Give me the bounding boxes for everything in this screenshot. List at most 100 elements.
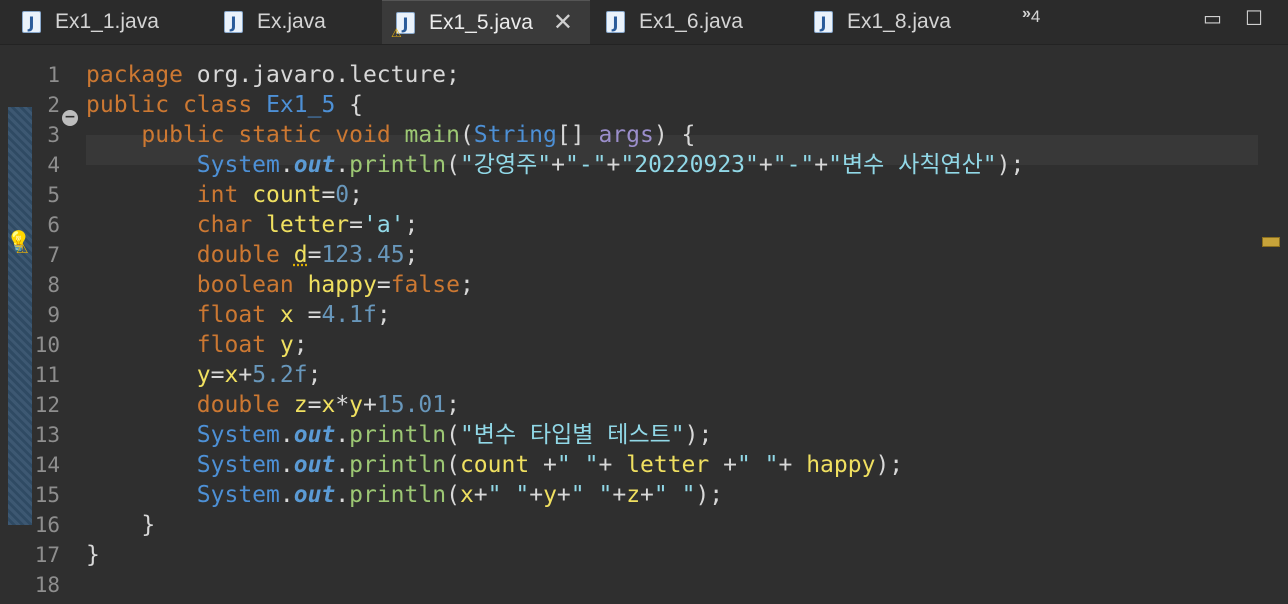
code-line-10: float y; <box>86 330 1024 360</box>
token: * <box>335 392 350 418</box>
token: + <box>598 452 627 478</box>
token: println <box>349 152 447 178</box>
token: boolean <box>196 272 294 298</box>
token: "변수 타입별 테스트" <box>459 422 685 448</box>
token: package <box>86 62 183 88</box>
token: ); <box>684 422 713 448</box>
token: float <box>196 302 267 328</box>
token: System <box>196 152 280 178</box>
code-line-6: char letter='a'; <box>86 210 1024 240</box>
code-line-9: float x =4.1f; <box>86 300 1024 330</box>
token: static <box>238 122 322 148</box>
token: ; <box>446 392 460 418</box>
token: } <box>86 542 100 568</box>
token: . <box>335 482 350 508</box>
token: " " <box>736 452 779 478</box>
line-number: 14 <box>34 453 60 477</box>
code-line-14: System.out.println(count +" "+ letter +"… <box>86 450 1024 480</box>
token: double <box>196 242 280 268</box>
token: letter <box>266 212 350 238</box>
tab-label: Ex1_5.java <box>429 10 533 34</box>
code-content[interactable]: package org.javaro.lecture; public class… <box>86 60 1024 600</box>
more-tabs-button[interactable]: »4 <box>1022 5 1040 27</box>
code-editor[interactable]: 1 2 3 4 5 6 7 8 9 10 11 12 13 14 15 16 17 18 − 💡 ⚠ package… <box>0 45 1288 604</box>
line-number: 8 <box>47 273 60 297</box>
token: println <box>349 452 447 478</box>
token: public <box>86 92 170 118</box>
token: z <box>293 392 308 418</box>
line-number: 10 <box>34 333 60 357</box>
token: = <box>321 182 336 208</box>
token: ); <box>875 452 904 478</box>
token: "-" <box>564 152 607 178</box>
collapse-icon[interactable]: − <box>62 110 78 126</box>
tab-ex1-6[interactable]: J Ex1_6.java <box>590 0 798 44</box>
line-number-gutter: 1 2 3 4 5 6 7 8 9 10 11 12 13 14 15 16 17 18 − 💡 ⚠ <box>0 45 80 604</box>
code-line-1: package org.javaro.lecture; <box>86 60 1024 90</box>
token: = <box>376 272 391 298</box>
tab-ex[interactable]: J Ex.java <box>202 0 382 44</box>
token: 4.1f <box>321 302 377 328</box>
warning-icon: ⚠ <box>391 25 402 40</box>
code-line-11: y=x+5.2f; <box>86 360 1024 390</box>
maximize-icon[interactable]: ☐ <box>1245 8 1263 28</box>
token: count <box>252 182 322 208</box>
token: ); <box>695 482 724 508</box>
token: y <box>543 482 557 508</box>
token: "변수 사칙연산" <box>828 152 997 178</box>
tab-ex1-5[interactable]: J ⚠ Ex1_5.java ✕ <box>382 0 590 44</box>
token: x <box>321 392 336 418</box>
token: ( <box>446 422 460 448</box>
java-file-icon: J <box>224 11 243 33</box>
token: 5.2f <box>252 362 308 388</box>
line-number: 17 <box>34 543 60 567</box>
unused-variable-warning[interactable]: d <box>294 242 308 268</box>
close-tab-icon[interactable]: ✕ <box>553 10 573 35</box>
line-number: 2 <box>47 93 60 117</box>
token: ; <box>404 242 419 268</box>
token: . <box>335 422 350 448</box>
line-number: 15 <box>34 483 60 507</box>
token: System <box>196 452 280 478</box>
line-number: 5 <box>47 183 60 207</box>
change-indicator-strip <box>8 107 32 525</box>
token: out <box>293 422 336 448</box>
tab-ex1-1[interactable]: J Ex1_1.java <box>0 0 202 44</box>
code-line-8: boolean happy=false; <box>86 270 1024 300</box>
code-line-12: double z=x*y+15.01; <box>86 390 1024 420</box>
token: out <box>293 482 336 508</box>
token: ( <box>446 482 460 508</box>
lightbulb-warning-icon[interactable]: 💡 ⚠ <box>6 228 32 257</box>
minimize-icon[interactable]: ▭ <box>1203 8 1222 28</box>
token: "20220923" <box>620 152 759 178</box>
code-line-5: int count=0; <box>86 180 1024 210</box>
token: org.javaro.lecture; <box>182 62 460 88</box>
token: y <box>349 392 364 418</box>
tab-label: Ex1_8.java <box>847 10 951 33</box>
token: = <box>210 362 225 388</box>
token: ( <box>446 452 460 478</box>
hidden-tab-count: 4 <box>1030 7 1041 27</box>
tab-ex1-8[interactable]: J Ex1_8.java <box>798 0 1006 44</box>
line-number: 3 <box>47 123 60 147</box>
token: } <box>141 512 156 538</box>
line-number: 12 <box>34 393 60 417</box>
token: double <box>196 392 280 418</box>
token: ; <box>349 182 364 208</box>
token: ( <box>446 152 460 178</box>
token: . <box>335 452 350 478</box>
token: ); <box>996 152 1025 178</box>
overview-ruler-warning-marker[interactable] <box>1262 237 1280 247</box>
token: { <box>335 92 364 118</box>
